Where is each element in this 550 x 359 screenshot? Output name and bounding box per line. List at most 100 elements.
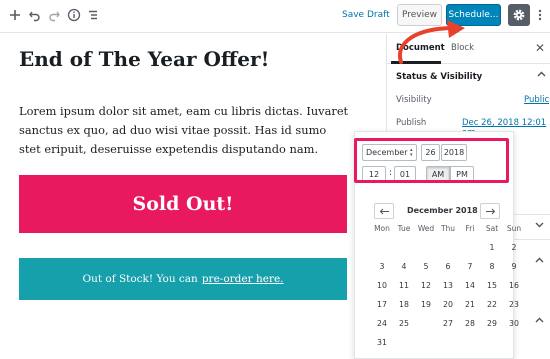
calendar-day[interactable]: 10: [371, 276, 393, 294]
calendar-day[interactable]: 15: [481, 276, 503, 294]
calendar-day-number: 27: [443, 318, 453, 328]
calendar-day-number: 29: [487, 318, 497, 328]
previous-month-button[interactable]: [374, 203, 394, 219]
calendar-day[interactable]: 16: [503, 276, 525, 294]
calendar-day-number: 6: [445, 261, 451, 271]
calendar-day[interactable]: 30: [503, 314, 525, 332]
calendar-day-number: 23: [509, 299, 519, 309]
undo-icon[interactable]: [25, 5, 45, 25]
calendar-day-number: 31: [377, 337, 387, 347]
weekday-label: Sat: [485, 224, 499, 233]
calendar-day-number: 5: [423, 261, 429, 271]
visibility-label: Visibility: [396, 95, 432, 105]
calendar-day[interactable]: 19: [415, 295, 437, 313]
calendar-day[interactable]: 25: [393, 314, 415, 332]
calendar-day-number: 25: [399, 318, 409, 328]
calendar-day-number: 2: [511, 242, 517, 252]
calendar-day-number: 26: [420, 318, 432, 328]
calendar-day[interactable]: 8: [481, 257, 503, 275]
calendar-day-number: 17: [377, 299, 387, 309]
calendar-day[interactable]: 17: [371, 295, 393, 313]
chevron-up-icon[interactable]: [537, 70, 546, 80]
calendar-day[interactable]: 9: [503, 257, 525, 275]
calendar-day-number: 14: [465, 280, 475, 290]
calendar-day[interactable]: 21: [459, 295, 481, 313]
calendar-day[interactable]: 22: [481, 295, 503, 313]
redo-icon[interactable]: [44, 5, 64, 25]
settings-button[interactable]: [508, 4, 530, 26]
list-outline-icon[interactable]: [83, 5, 103, 25]
calendar-day-number: 3: [379, 261, 385, 271]
weekday-label: Mon: [374, 224, 390, 233]
calendar-day-number: 9: [511, 261, 517, 271]
calendar-day[interactable]: 11: [393, 276, 415, 294]
calendar-day-number: 7: [467, 261, 473, 271]
more-vertical-icon[interactable]: [534, 5, 546, 25]
calendar-day[interactable]: 1: [481, 238, 503, 256]
calendar-day[interactable]: 6: [437, 257, 459, 275]
weekday-label: Thu: [440, 224, 456, 233]
calendar-day[interactable]: 23: [503, 295, 525, 313]
weekday-label: Tue: [397, 224, 411, 233]
chevron-down-icon[interactable]: [535, 221, 544, 231]
post-paragraph[interactable]: Lorem ipsum dolor sit amet, eam cu libri…: [19, 102, 349, 159]
calendar-day-number: 11: [399, 280, 409, 290]
calendar-day[interactable]: 7: [459, 257, 481, 275]
calendar-day[interactable]: 13: [437, 276, 459, 294]
calendar-day[interactable]: 28: [459, 314, 481, 332]
info-icon[interactable]: [64, 5, 84, 25]
weekday-label: Wed: [417, 224, 435, 233]
gear-icon: [513, 9, 525, 21]
annotation-arrow: [397, 20, 465, 64]
calendar-day-selected[interactable]: 26: [415, 314, 437, 332]
chevron-up-icon[interactable]: [535, 316, 544, 326]
weekday-label: Sun: [506, 224, 522, 233]
calendar-day-number: 21: [465, 299, 475, 309]
calendar-day-number: 1: [489, 242, 495, 252]
out-of-stock-text: Out of Stock! You can: [82, 273, 198, 285]
publish-label: Publish: [396, 118, 427, 128]
plus-icon[interactable]: [5, 5, 25, 25]
weekday-label: Fri: [465, 224, 475, 233]
sold-out-button[interactable]: Sold Out!: [19, 175, 347, 233]
calendar-day-number: 19: [421, 299, 431, 309]
arrow-left-icon: [379, 208, 389, 214]
calendar-day[interactable]: 4: [393, 257, 415, 275]
calendar-day-number: 18: [399, 299, 409, 309]
calendar-day[interactable]: 29: [481, 314, 503, 332]
calendar-day[interactable]: 27: [437, 314, 459, 332]
calendar-day-number: 15: [487, 280, 497, 290]
calendar-day[interactable]: 2: [503, 238, 525, 256]
calendar-day-number: 30: [509, 318, 519, 328]
out-of-stock-banner: Out of Stock! You can pre-order here.: [19, 258, 347, 300]
calendar-day-number: 8: [489, 261, 495, 271]
arrow-right-icon: [485, 208, 495, 214]
calendar-day[interactable]: 5: [415, 257, 437, 275]
calendar-day-number: 22: [487, 299, 497, 309]
close-icon[interactable]: ✕: [535, 41, 545, 55]
post-title[interactable]: End of The Year Offer!: [19, 47, 269, 71]
calendar-day-number: 24: [377, 318, 387, 328]
calendar-day[interactable]: 14: [459, 276, 481, 294]
calendar-day-number: 4: [401, 261, 407, 271]
preorder-link[interactable]: pre-order here.: [202, 273, 284, 285]
calendar-day[interactable]: 31: [371, 333, 393, 351]
datetime-highlight-box: [354, 138, 509, 183]
calendar-day[interactable]: 12: [415, 276, 437, 294]
next-month-button[interactable]: [480, 203, 500, 219]
calendar-day[interactable]: 24: [371, 314, 393, 332]
calendar-day-number: 10: [377, 280, 387, 290]
calendar-day[interactable]: 20: [437, 295, 459, 313]
calendar-day-number: 28: [465, 318, 475, 328]
visibility-value[interactable]: Public: [524, 95, 549, 105]
calendar-day-number: 16: [509, 280, 519, 290]
calendar-day-number: 13: [443, 280, 453, 290]
status-visibility-heading[interactable]: Status & Visibility: [396, 72, 482, 82]
chevron-up-icon[interactable]: [535, 256, 544, 266]
calendar-day-number: 20: [443, 299, 453, 309]
calendar-day[interactable]: 18: [393, 295, 415, 313]
calendar-day-number: 12: [421, 280, 431, 290]
calendar-day[interactable]: 3: [371, 257, 393, 275]
save-draft-button[interactable]: Save Draft: [342, 10, 390, 20]
calendar-month-title: December 2018: [407, 206, 478, 215]
